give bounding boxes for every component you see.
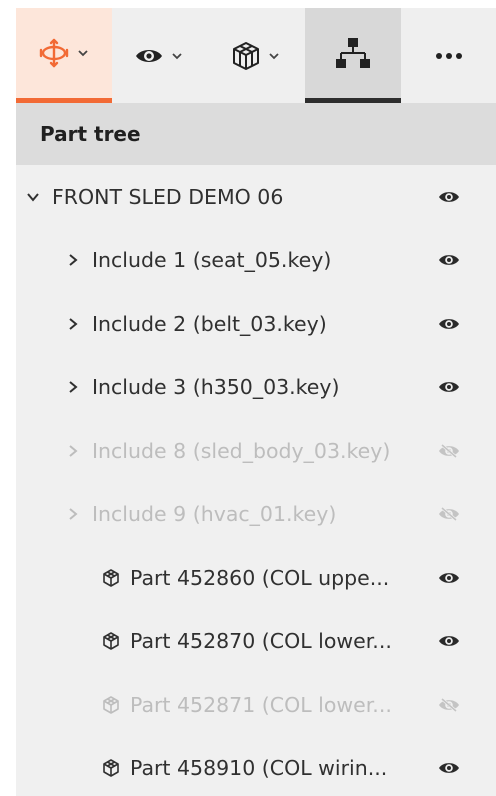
part-cube-icon [103,695,119,714]
eye-icon[interactable] [438,760,460,776]
eye-icon [136,49,162,62]
eye-off-icon[interactable] [438,697,460,713]
tree-row[interactable]: FRONT SLED DEMO 06 [16,165,496,229]
eye-off-icon[interactable] [438,443,460,459]
part-cube-icon [103,568,119,587]
chevron-right-icon[interactable] [66,444,80,458]
chevron-right-icon[interactable] [66,317,80,331]
tree-row[interactable]: Include 1 (seat_05.key) [16,229,496,293]
eye-icon[interactable] [438,252,460,268]
more-options-button[interactable] [401,8,496,103]
tree-row-label: Part 458910 (COL wirin... [130,756,388,781]
chevron-down-icon[interactable] [268,50,280,62]
chevron-down-icon[interactable] [26,190,40,204]
tree-row[interactable]: Part 452870 (COL lower... [16,610,496,674]
part-cube-icon [103,632,119,651]
part-tree: FRONT SLED DEMO 06 Include 1 (seat_05.key… [16,165,496,796]
cube-icon [232,41,259,70]
tree-row-label: Include 2 (belt_03.key) [92,311,327,336]
tree-row[interactable]: Part 452860 (COL uppe... [16,546,496,610]
eye-icon[interactable] [438,633,460,649]
eye-icon[interactable] [438,379,460,395]
part-cube-icon [103,759,119,778]
tree-row[interactable]: Include 2 (belt_03.key) [16,292,496,356]
hierarchy-icon [336,38,370,68]
part-tree-panel: Part tree FRONT SLED DEMO 06 Include 1 (s… [16,8,496,796]
tree-row-label: Part 452870 (COL lower... [130,629,392,654]
eye-icon[interactable] [438,316,460,332]
tree-row-label: Include 1 (seat_05.key) [92,248,332,273]
chevron-right-icon[interactable] [66,380,80,394]
visibility-tool-button[interactable] [112,8,206,103]
part-tree-tool-button[interactable] [305,8,401,103]
tree-row[interactable]: Include 8 (sled_body_03.key) [16,419,496,483]
panel-header: Part tree [16,103,496,165]
display-mode-tool-button[interactable] [206,8,305,103]
tree-row-label: Part 452860 (COL uppe... [130,565,390,590]
tree-row-label: Include 8 (sled_body_03.key) [92,438,391,463]
chevron-down-icon[interactable] [77,47,89,59]
chevron-right-icon[interactable] [66,253,80,267]
tree-row[interactable]: Include 3 (h350_03.key) [16,356,496,420]
explode-tool-button[interactable] [16,8,112,103]
panel-title: Part tree [40,122,141,146]
tree-row[interactable]: Part 452871 (COL lower... [16,673,496,737]
eye-off-icon[interactable] [438,506,460,522]
tree-row-label: Part 452871 (COL lower... [130,692,392,717]
more-icon [435,52,462,59]
eye-icon[interactable] [438,189,460,205]
eye-icon[interactable] [438,570,460,586]
tree-row-label: FRONT SLED DEMO 06 [52,184,284,209]
tree-row-label: Include 3 (h350_03.key) [92,375,340,400]
chevron-down-icon[interactable] [171,50,183,62]
toolbar [16,8,496,103]
tree-row[interactable]: Include 9 (hvac_01.key) [16,483,496,547]
explode-icon [39,38,69,68]
chevron-right-icon[interactable] [66,507,80,521]
tree-row[interactable]: Part 458910 (COL wirin... [16,737,496,796]
tree-row-label: Include 9 (hvac_01.key) [92,502,337,527]
